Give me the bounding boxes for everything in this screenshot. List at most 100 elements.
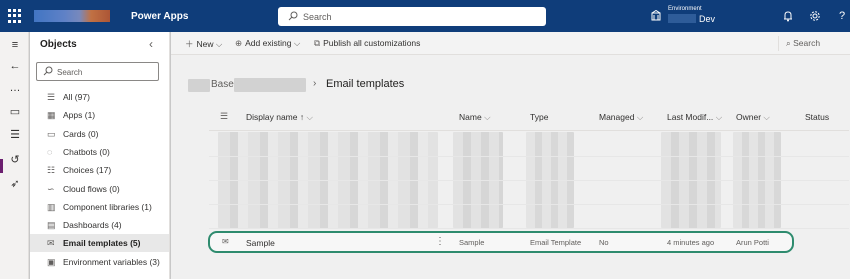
add-existing-icon: ⊕ (235, 38, 243, 48)
publish-icon: ⧉ (314, 38, 321, 48)
more-options-icon[interactable]: ⋮ (435, 236, 445, 247)
objects-panel: Objects ‹ Search ☰ All (97) ▦ Apps (1) ▭ Card… (30, 32, 170, 279)
command-search-label: Search (793, 38, 821, 48)
environment-icon[interactable] (650, 10, 662, 22)
search-icon (43, 66, 53, 76)
cell-last-modified: 4 minutes ago (667, 238, 715, 247)
environment-redacted (668, 14, 696, 23)
objects-item[interactable]: ✉ Email templates (5) (30, 234, 169, 253)
email-icon: ✉ (47, 238, 55, 249)
objects-item-label: Environment variables (3) (63, 256, 160, 267)
breadcrumb-separator-icon: › (313, 78, 317, 89)
column-type[interactable]: Type (530, 112, 548, 122)
plus-icon: ＋ (185, 39, 194, 49)
objects-item-label: Email templates (5) (63, 238, 141, 249)
cell-owner: Arun Potti (736, 238, 769, 247)
cell-type: Email Template (530, 238, 582, 247)
objects-item[interactable]: ▥ Component libraries (1) (30, 198, 169, 216)
command-search-button[interactable]: ⌕ Search (786, 38, 820, 49)
objects-item[interactable]: ▭ Cards (0) (30, 125, 169, 143)
waffle-icon[interactable] (8, 9, 22, 23)
card-icon: ▭ (47, 128, 56, 139)
objects-item-label: Choices (17) (63, 165, 112, 176)
objects-item-label: Apps (1) (63, 110, 96, 121)
row-divider (209, 228, 849, 229)
objects-item-label: Component libraries (1) (63, 201, 152, 212)
environment-label: Environment (668, 6, 702, 12)
top-bar: Power Apps Search Environment Dev ? (0, 0, 850, 32)
objects-item-label: Chatbots (0) (63, 146, 110, 157)
chevron-down-icon: ⌵ (215, 39, 223, 49)
objects-item-label: Cloud flows (0) (63, 183, 120, 194)
new-label: New (196, 39, 214, 49)
cell-name: Sample (459, 238, 485, 247)
main-area: ＋ New ⌵ ⊕ Add existing ⌵ ⧉ Publish all cust… (171, 32, 850, 279)
gear-icon[interactable] (809, 10, 821, 22)
header-divider (209, 130, 849, 131)
objects-item[interactable]: ☰ All (97) (30, 88, 169, 106)
left-rail: ≡ ← … ▭ ☰ ↺ ➶ (0, 32, 29, 279)
row-divider (209, 204, 849, 205)
list-icon: ☰ (47, 92, 56, 102)
chevron-down-icon: ⌵ (293, 38, 301, 48)
column-display-name[interactable]: Display name ↑ ⌵ (246, 112, 313, 123)
help-icon[interactable]: ? (836, 10, 848, 22)
objects-item[interactable]: ◌ Chatbots (0) (30, 143, 169, 161)
column-status[interactable]: Status (805, 112, 829, 122)
environment-name[interactable]: Dev (699, 14, 715, 24)
column-last-modified[interactable]: Last Modif... ⌵ (667, 112, 722, 123)
app-window: Power Apps Search Environment Dev ? ≡ ← … (0, 0, 850, 279)
column-managed[interactable]: Managed ⌵ (599, 112, 643, 123)
rocket-icon[interactable]: ➶ (9, 178, 21, 190)
command-divider (778, 36, 779, 51)
publish-all-button[interactable]: ⧉ Publish all customizations (314, 38, 420, 49)
row-divider (209, 180, 849, 181)
objects-search-placeholder: Search (57, 68, 83, 77)
app-title[interactable]: Power Apps (131, 11, 188, 22)
add-existing-button[interactable]: ⊕ Add existing ⌵ (235, 38, 303, 49)
objects-item[interactable]: ∽ Cloud flows (0) (30, 180, 169, 198)
history-icon[interactable]: ↺ (9, 154, 21, 166)
back-icon[interactable]: ← (9, 60, 21, 72)
list-view-icon[interactable]: ☰ (220, 111, 228, 122)
hamburger-icon[interactable]: ≡ (9, 39, 21, 51)
book-icon[interactable]: ▭ (9, 106, 21, 118)
apps-icon: ▦ (47, 110, 56, 121)
bell-icon[interactable] (782, 10, 794, 22)
objects-item[interactable]: ▤ Dashboards (4) (30, 216, 169, 234)
new-button[interactable]: ＋ New ⌵ (185, 38, 225, 50)
breadcrumb-parent[interactable]: Base (211, 79, 234, 90)
breadcrumb-current: Email templates (326, 78, 405, 90)
column-owner[interactable]: Owner ⌵ (736, 112, 770, 123)
tree-icon[interactable]: ☰ (9, 129, 21, 141)
objects-item-label: All (97) (63, 92, 90, 102)
dots-icon[interactable]: … (9, 82, 21, 94)
table-row[interactable]: ✉ Sample ⋮ Sample Email Template No 4 mi… (208, 231, 794, 253)
command-bar: ＋ New ⌵ ⊕ Add existing ⌵ ⧉ Publish all cust… (171, 32, 850, 55)
choice-icon: ☷ (47, 165, 56, 176)
search-icon: ⌕ (786, 38, 791, 48)
cell-managed: No (599, 238, 609, 247)
dashboard-icon: ▤ (47, 220, 56, 231)
library-icon: ▥ (47, 201, 56, 212)
publish-all-label: Publish all customizations (323, 38, 421, 48)
variable-icon: ▣ (47, 256, 56, 267)
column-name[interactable]: Name ⌵ (459, 112, 491, 123)
breadcrumb-redacted (234, 78, 306, 92)
cell-display-name[interactable]: Sample (246, 238, 275, 248)
objects-item[interactable]: ▦ Apps (1) (30, 106, 169, 124)
email-icon: ✉ (222, 237, 229, 246)
breadcrumb-redacted (188, 79, 210, 92)
objects-title: Objects (40, 39, 77, 50)
row-divider (209, 156, 849, 157)
objects-search-input[interactable]: Search (36, 62, 159, 81)
objects-item[interactable]: ▣ Environment variables (3) (30, 253, 169, 271)
flow-icon: ∽ (47, 183, 55, 194)
chatbot-icon: ◌ (47, 146, 53, 157)
objects-item[interactable]: ☷ Choices (17) (30, 161, 169, 179)
top-search-box[interactable]: Search (278, 7, 546, 26)
search-icon (288, 11, 298, 21)
rail-selection-indicator (0, 159, 3, 173)
collapse-chevron-icon[interactable]: ‹ (149, 37, 153, 51)
objects-item-label: Cards (0) (63, 128, 99, 139)
